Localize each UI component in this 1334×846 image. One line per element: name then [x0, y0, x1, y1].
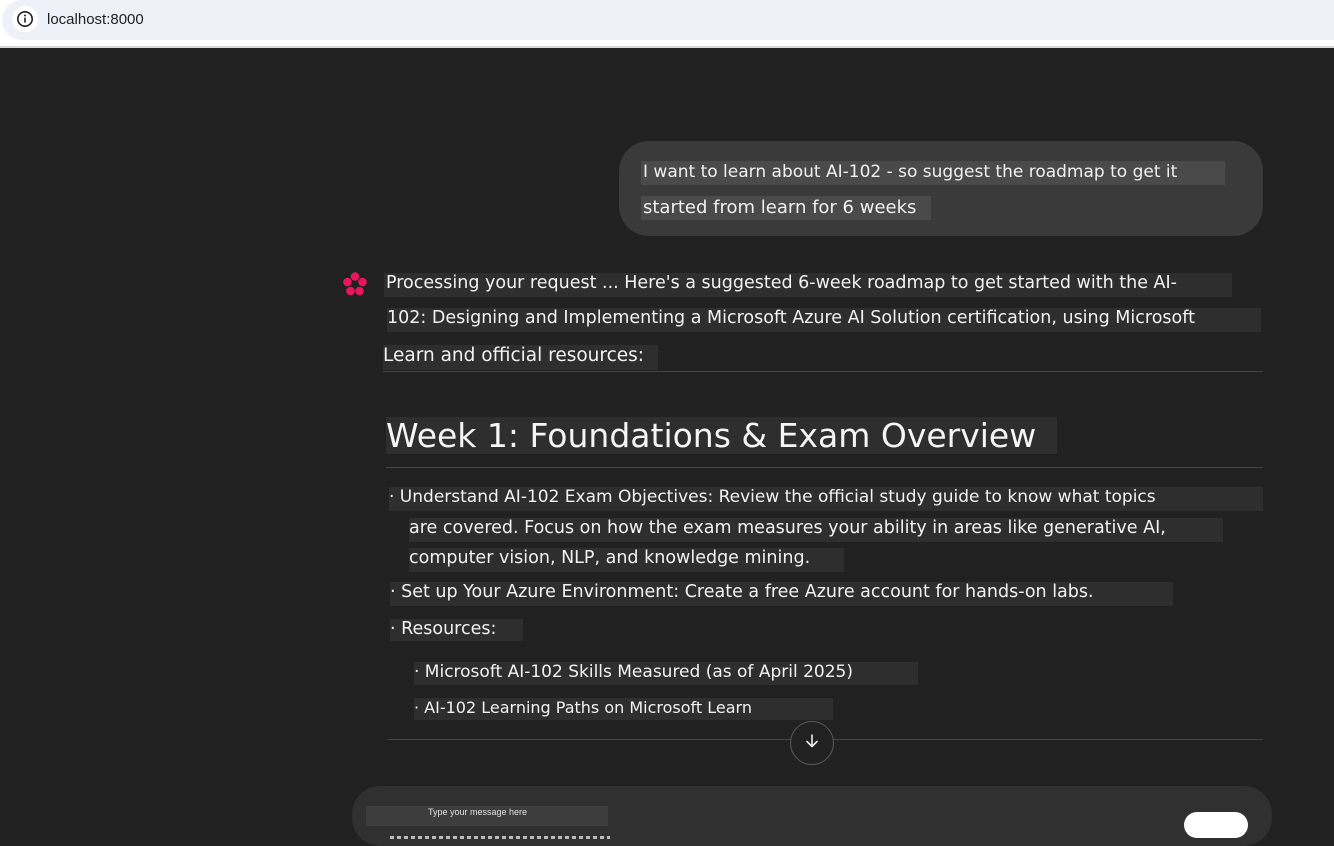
user-message-line: I want to learn about AI-102 - so sugges…: [641, 161, 1225, 185]
divider: [386, 467, 1263, 468]
bullet-item: · Understand AI-102 Exam Objectives: Rev…: [389, 487, 1263, 511]
scroll-down-button[interactable]: [790, 721, 834, 765]
resource-link[interactable]: · Microsoft AI-102 Skills Measured (as o…: [414, 662, 918, 685]
address-bar[interactable]: localhost:8000: [2, 0, 1334, 40]
bullet-item: · Resources:: [390, 619, 523, 641]
bullet-item-continuation: are covered. Focus on how the exam measu…: [409, 518, 1223, 542]
bullet-item: · Set up Your Azure Environment: Create …: [390, 582, 1173, 606]
user-message-line: started from learn for 6 weeks: [641, 196, 931, 220]
divider: [383, 371, 1263, 372]
url-text[interactable]: localhost:8000: [47, 11, 144, 28]
message-input[interactable]: Type your message here: [366, 806, 610, 839]
assistant-text-line: Processing your request ... Here's a sug…: [384, 273, 1232, 297]
message-composer[interactable]: Type your message here: [352, 786, 1272, 846]
assistant-text-line: Learn and official resources:: [383, 345, 658, 370]
composer-toggle[interactable]: [1184, 812, 1248, 838]
message-input-placeholder: Type your message here: [428, 807, 528, 817]
browser-toolbar: localhost:8000: [0, 0, 1334, 48]
sparkle-logo-icon: [341, 270, 369, 298]
user-message-bubble: I want to learn about AI-102 - so sugges…: [619, 141, 1263, 236]
arrow-down-icon: [803, 732, 821, 754]
week-heading: Week 1: Foundations & Exam Overview: [386, 417, 1057, 454]
info-icon[interactable]: [12, 6, 38, 32]
bullet-item-continuation: computer vision, NLP, and knowledge mini…: [409, 548, 844, 572]
input-text-preview: [390, 836, 610, 839]
assistant-text-line: 102: Designing and Implementing a Micros…: [387, 308, 1261, 332]
resource-link[interactable]: · AI-102 Learning Paths on Microsoft Lea…: [414, 698, 833, 720]
